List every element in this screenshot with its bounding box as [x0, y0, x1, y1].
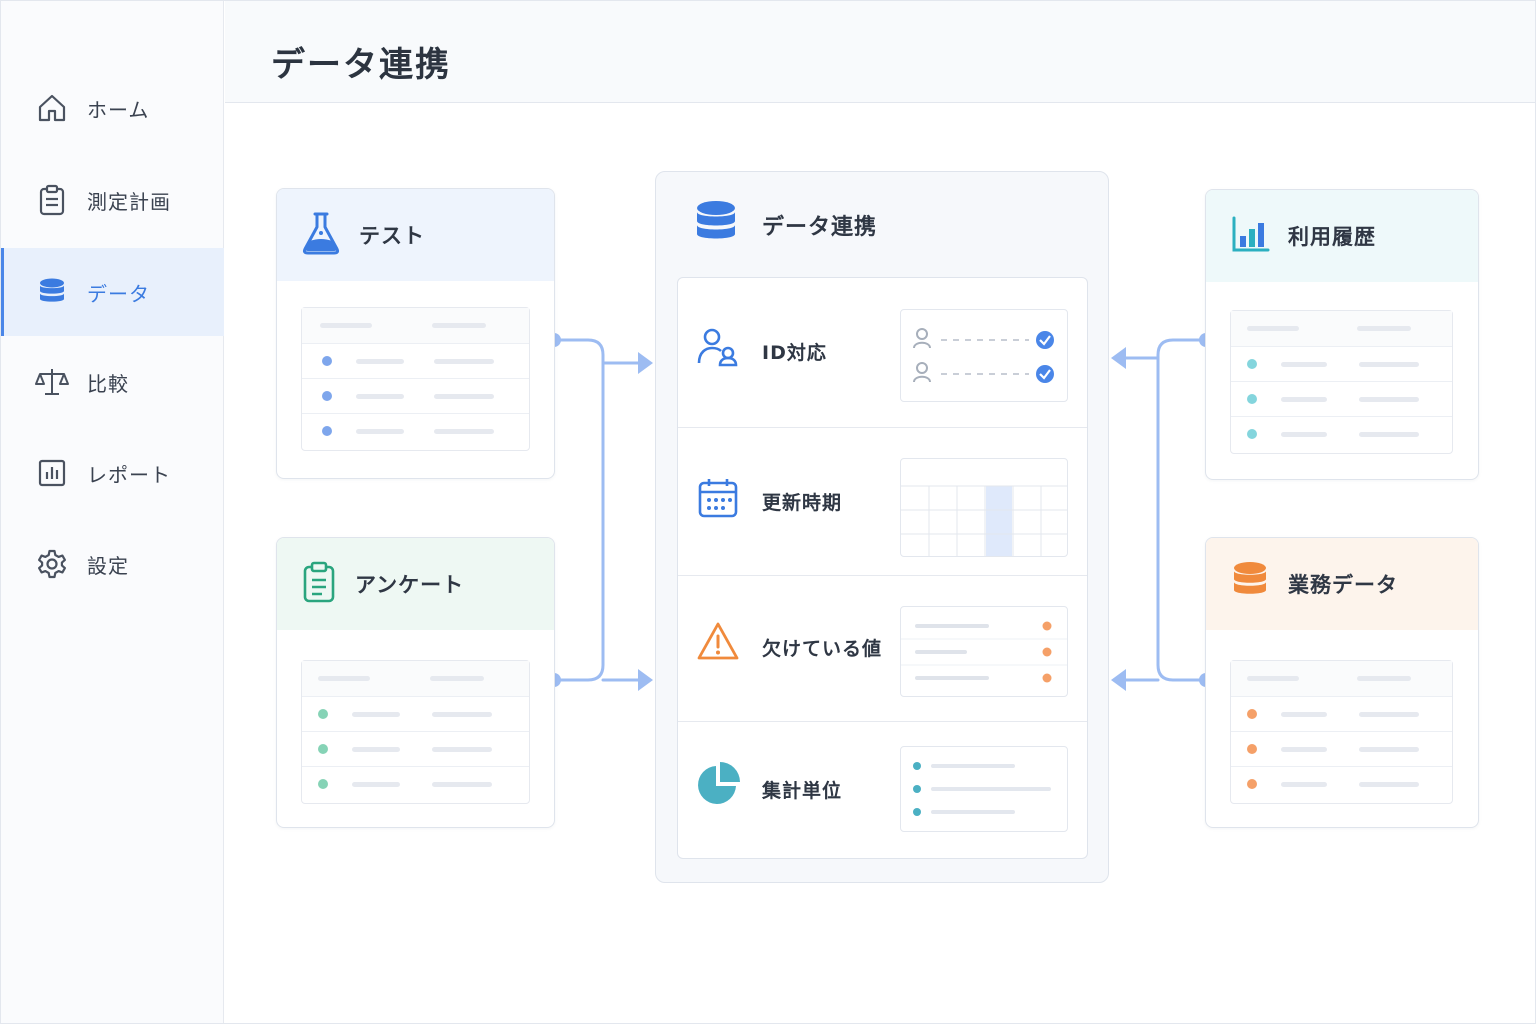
home-icon [35, 91, 69, 125]
preview-table [1230, 660, 1453, 804]
users-icon [696, 325, 740, 369]
card-header: テスト [277, 189, 554, 281]
card-title: テスト [359, 224, 425, 248]
check-label: 欠けている値 [762, 638, 883, 660]
missing-values-preview [900, 606, 1068, 697]
source-card-test[interactable]: テスト [276, 188, 555, 479]
page-title: データ連携 [271, 45, 451, 85]
sidebar-item-settings[interactable]: 設定 [1, 520, 224, 608]
sidebar-item-data[interactable]: データ [1, 248, 224, 336]
calendar-icon [696, 476, 740, 520]
sidebar-item-plan[interactable]: 測定計画 [1, 156, 224, 244]
data-integration-panel: データ連携 ID対応 更新時期 欠けている値 集計単位 [655, 171, 1109, 883]
sidebar-item-label: データ [87, 281, 150, 306]
sidebar-item-label: 測定計画 [87, 189, 171, 214]
clipboard-icon [35, 183, 69, 217]
timeline-grid-preview [900, 458, 1068, 557]
card-title: 業務データ [1288, 573, 1398, 597]
sidebar-item-report[interactable]: レポート [1, 429, 224, 517]
bar-chart-icon [35, 456, 69, 490]
sidebar-item-label: 設定 [87, 553, 129, 578]
integration-checks: ID対応 更新時期 欠けている値 集計単位 [677, 277, 1088, 859]
warning-icon [696, 620, 740, 664]
check-label: ID対応 [762, 342, 827, 364]
source-card-business-data[interactable]: 業務データ [1205, 537, 1479, 828]
card-header: アンケート [277, 538, 554, 630]
check-section-update-timing[interactable]: 更新時期 [678, 427, 1087, 575]
sidebar-item-home[interactable]: ホーム [1, 64, 224, 152]
sidebar-item-compare[interactable]: 比較 [1, 338, 224, 426]
panel-title: データ連携 [762, 215, 878, 240]
aggregation-preview [900, 746, 1068, 832]
check-label: 集計単位 [762, 780, 843, 802]
source-card-usage-history[interactable]: 利用履歴 [1205, 189, 1479, 480]
sidebar-item-label: 比較 [87, 371, 129, 396]
scale-icon [35, 365, 69, 399]
flask-icon [301, 211, 341, 259]
preview-table [1230, 310, 1453, 454]
database-icon [694, 199, 738, 251]
sidebar-item-label: レポート [87, 462, 171, 487]
database-icon [1230, 560, 1270, 608]
source-card-survey[interactable]: アンケート [276, 537, 555, 828]
bar-chart-icon [1230, 214, 1270, 258]
id-mapping-preview [900, 309, 1068, 402]
sidebar-item-label: ホーム [87, 97, 150, 122]
check-label: 更新時期 [762, 492, 843, 514]
panel-header: データ連携 [694, 200, 877, 250]
database-icon [35, 275, 69, 309]
page-header: データ連携 [225, 1, 1535, 103]
gear-icon [35, 547, 69, 581]
card-title: アンケート [355, 573, 465, 597]
card-header: 利用履歴 [1206, 190, 1478, 282]
preview-table [301, 660, 530, 804]
sidebar: ホーム 測定計画 データ 比較 レポート 設定 [1, 1, 224, 1023]
pie-chart-icon [696, 762, 740, 806]
check-section-aggregation-unit[interactable]: 集計単位 [678, 721, 1087, 860]
clipboard-check-icon [301, 560, 337, 608]
card-title: 利用履歴 [1288, 225, 1376, 249]
card-header: 業務データ [1206, 538, 1478, 630]
check-section-id-mapping[interactable]: ID対応 [678, 278, 1087, 427]
preview-table [301, 307, 530, 451]
check-section-missing-values[interactable]: 欠けている値 [678, 575, 1087, 721]
